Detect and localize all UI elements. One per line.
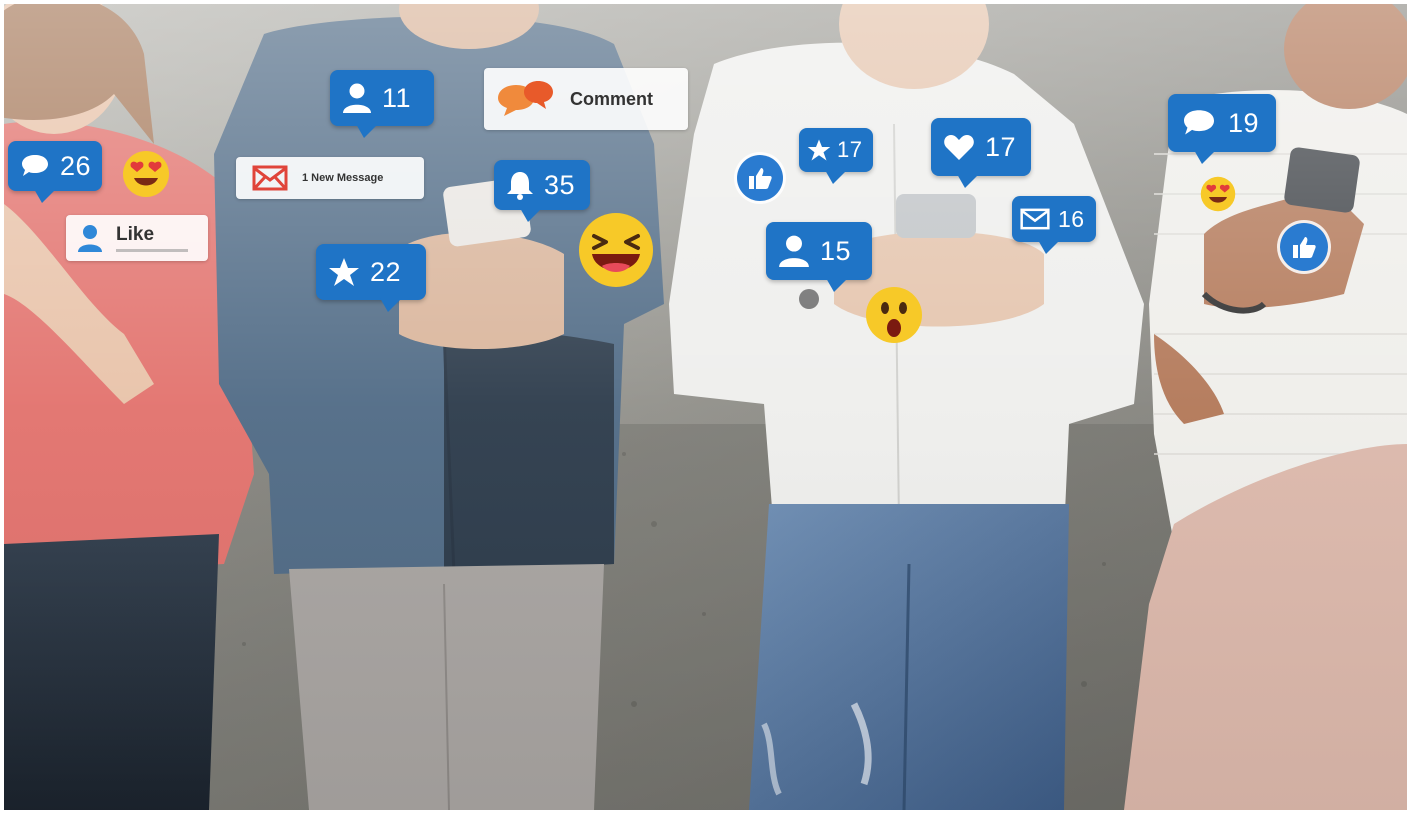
- thumbs-up-icon: [737, 155, 783, 201]
- star-icon: [807, 138, 831, 162]
- follower-count-bubble: 11: [330, 70, 434, 138]
- star-icon: [328, 256, 360, 288]
- follower-count-bubble-middle: 15: [766, 222, 872, 292]
- laughing-emoji: [579, 213, 653, 287]
- heart-count-bubble: 17: [931, 118, 1031, 188]
- heart-eyes-emoji-right: [1200, 176, 1236, 212]
- comment-bubbles-icon: [498, 81, 553, 116]
- notification-overlay: 26 Like 11 Comment 1 New Message 35 22 1…: [4, 4, 1407, 810]
- mail-icon: [1020, 208, 1050, 230]
- comment-card: Comment: [484, 68, 688, 130]
- surprised-emoji: [866, 287, 922, 343]
- follower-count: 11: [382, 82, 412, 113]
- chat-bubble-icon: [20, 153, 50, 179]
- person-icon: [78, 225, 102, 252]
- mail-count: 16: [1058, 205, 1085, 232]
- like-label: Like: [116, 224, 155, 245]
- person-icon: [778, 234, 810, 268]
- heart-eyes-emoji: [123, 151, 169, 197]
- like-card: Like: [66, 215, 208, 261]
- new-message-card: 1 New Message: [236, 157, 424, 199]
- social-media-photo: 26 Like 11 Comment 1 New Message 35 22 1…: [4, 4, 1407, 810]
- alert-count-bubble: 35: [494, 160, 590, 222]
- like-subtext-line: [116, 249, 188, 252]
- comment-label: Comment: [570, 88, 654, 109]
- message-count-right: 19: [1228, 107, 1260, 138]
- star-count-bubble: 22: [316, 244, 426, 312]
- mail-count-bubble: 16: [1012, 196, 1096, 254]
- alert-count: 35: [544, 169, 576, 200]
- message-count-bubble-right: 19: [1168, 94, 1276, 164]
- heart-icon: [943, 133, 975, 161]
- heart-count: 17: [985, 131, 1017, 162]
- message-count: 26: [60, 150, 92, 181]
- bell-icon: [506, 170, 534, 200]
- message-count-bubble: 26: [8, 141, 102, 203]
- thumbs-up-icon-right: [1280, 223, 1328, 271]
- follower-count-middle: 15: [820, 235, 852, 266]
- star-count-bubble-middle: 17: [799, 128, 873, 184]
- chat-bubble-icon: [1180, 108, 1218, 138]
- star-count-middle: 17: [837, 137, 863, 162]
- star-count: 22: [370, 256, 402, 287]
- new-message-label: 1 New Message: [302, 172, 384, 184]
- person-icon: [342, 82, 372, 114]
- mail-icon: [252, 165, 288, 191]
